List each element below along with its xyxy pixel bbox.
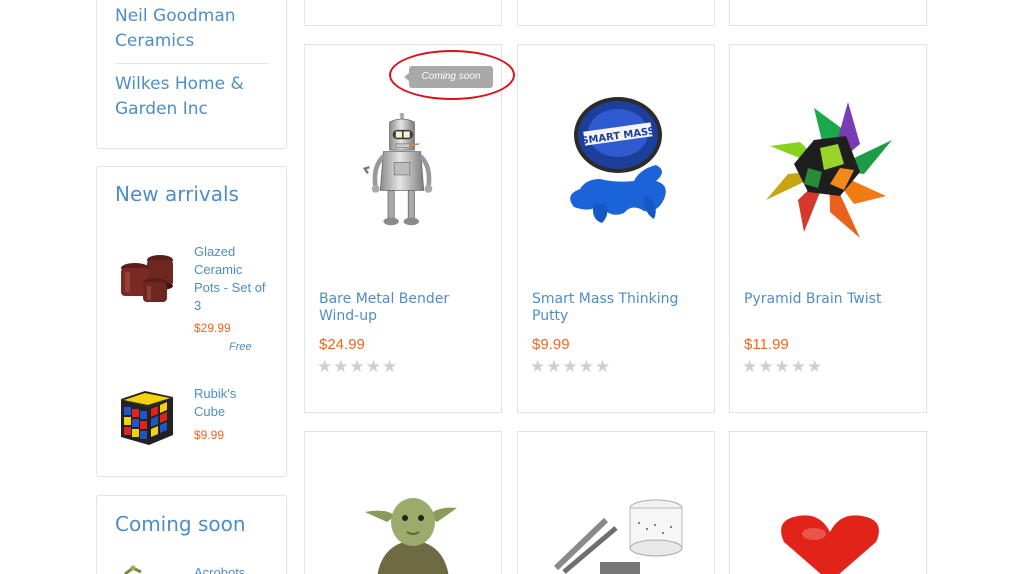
- product-card: [517, 0, 715, 26]
- product-price: $24.99: [319, 336, 365, 353]
- manufacturers-panel: Neil Goodman Ceramics Wilkes Home & Gard…: [96, 0, 287, 149]
- product-name[interactable]: Pyramid Brain Twist: [744, 291, 914, 308]
- new-arrival-price: $29.99: [194, 321, 231, 335]
- yoda-toy-image[interactable]: [357, 488, 467, 574]
- product-card: [729, 0, 927, 26]
- acrobots-thumbnail[interactable]: [119, 564, 159, 574]
- new-arrival-name[interactable]: Rubik's Cube: [194, 385, 266, 421]
- coming-soon-title: Coming soon: [115, 512, 246, 536]
- product-price: $9.99: [532, 336, 570, 353]
- coming-soon-panel: Coming soon Acrobots: [96, 495, 287, 574]
- music-box-image[interactable]: [546, 498, 686, 574]
- product-card: [304, 0, 502, 26]
- product-price: $11.99: [744, 336, 789, 353]
- free-label: Free: [229, 341, 252, 353]
- red-heart-image[interactable]: [774, 512, 886, 574]
- product-card[interactable]: Coming soon Bare Metal Bender Wind-up $2…: [304, 44, 515, 413]
- new-arrival-price: $9.99: [194, 428, 225, 442]
- product-card[interactable]: [517, 431, 715, 574]
- product-name[interactable]: Bare Metal Bender Wind-up: [319, 291, 489, 325]
- rating-stars[interactable]: ★★★★★: [742, 357, 823, 377]
- brain-twist-image[interactable]: [762, 100, 896, 240]
- rating-stars[interactable]: ★★★★★: [530, 357, 611, 377]
- ceramic-pots-thumbnail[interactable]: [115, 246, 179, 310]
- product-card[interactable]: [304, 431, 502, 574]
- highlight-circle: [389, 50, 515, 100]
- product-card[interactable]: [729, 431, 927, 574]
- new-arrivals-title: New arrivals: [115, 182, 239, 206]
- manufacturer-link-neil-goodman[interactable]: Neil Goodman Ceramics: [115, 4, 265, 54]
- divider: [115, 63, 269, 64]
- new-arrival-name[interactable]: Glazed Ceramic Pots - Set of 3: [194, 243, 266, 315]
- bender-robot-image[interactable]: [357, 101, 447, 241]
- coming-soon-name[interactable]: Acrobots: [194, 564, 266, 574]
- product-name[interactable]: Smart Mass Thinking Putty: [532, 291, 702, 325]
- putty-tin-image[interactable]: SMART MASS: [558, 95, 678, 245]
- new-arrivals-panel: New arrivals Glazed Ceramic Pots - Set o…: [96, 166, 287, 477]
- manufacturer-link-wilkes[interactable]: Wilkes Home & Garden Inc: [115, 72, 265, 122]
- product-card[interactable]: Pyramid Brain Twist $11.99 ★★★★★: [729, 44, 927, 413]
- product-card[interactable]: SMART MASS Smart Mass Thinking Putty $9.…: [517, 44, 715, 413]
- rating-stars[interactable]: ★★★★★: [317, 357, 398, 377]
- rubiks-cube-thumbnail[interactable]: [115, 385, 179, 449]
